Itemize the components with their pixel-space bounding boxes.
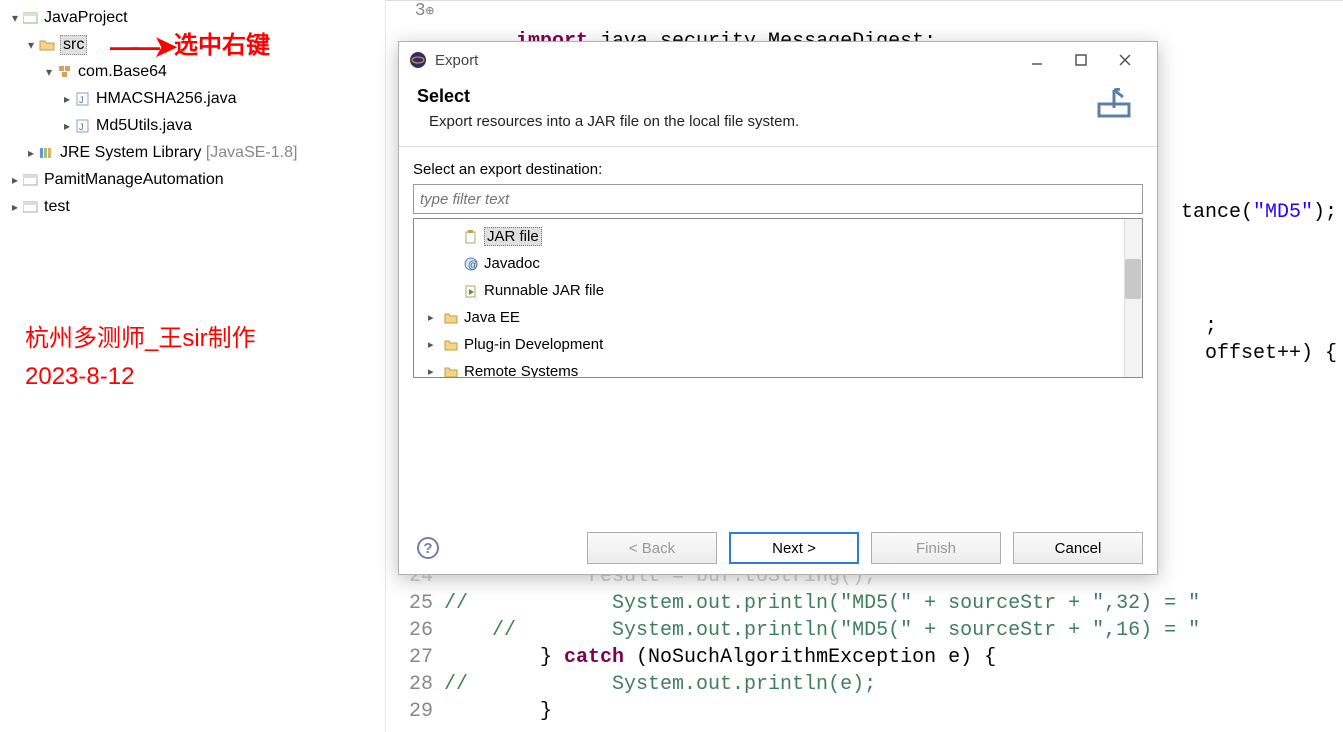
- titlebar[interactable]: Export: [399, 42, 1157, 78]
- code-line: // System.out.println(e);: [444, 671, 1200, 698]
- export-dialog: Export Select Export resources into a JA…: [398, 41, 1158, 575]
- expand-icon[interactable]: ▸: [24, 146, 38, 160]
- scrollbar-thumb[interactable]: [1125, 259, 1141, 299]
- tree-label: HMACSHA256.java: [96, 90, 237, 108]
- code-partial: tance("MD5");: [1181, 199, 1337, 226]
- library-icon: [38, 145, 56, 161]
- code-partial: ;: [1205, 313, 1217, 340]
- dialog-body: Select an export destination: JAR file @…: [399, 147, 1157, 382]
- option-runnable-jar[interactable]: Runnable JAR file: [414, 277, 1142, 304]
- expand-icon[interactable]: ▾: [42, 65, 56, 79]
- banner-title: Select: [417, 86, 1089, 107]
- svg-text:@: @: [468, 260, 478, 271]
- tree-label: Md5Utils.java: [96, 117, 192, 135]
- expand-icon[interactable]: ▸: [428, 311, 442, 324]
- java-file-icon: J: [74, 91, 92, 107]
- line-number: 3: [415, 1, 426, 21]
- option-label: Runnable JAR file: [484, 282, 604, 299]
- tree-project[interactable]: ▸ test: [0, 193, 385, 220]
- project-icon: [22, 199, 40, 215]
- tree-label: test: [44, 198, 70, 216]
- package-icon: [56, 64, 74, 80]
- maximize-button[interactable]: [1059, 45, 1103, 75]
- expand-icon[interactable]: ▾: [24, 38, 38, 52]
- minimize-button[interactable]: [1015, 45, 1059, 75]
- option-javadoc[interactable]: @ Javadoc: [414, 250, 1142, 277]
- tree-label: com.Base64: [78, 63, 167, 81]
- code-partial: offset++) {: [1193, 340, 1337, 367]
- option-java-ee[interactable]: ▸ Java EE: [414, 304, 1142, 331]
- tree-file[interactable]: ▸ J HMACSHA256.java: [0, 85, 385, 112]
- folder-icon: [442, 364, 460, 379]
- svg-text:J: J: [79, 122, 84, 132]
- watermark: 杭州多测师_王sir制作 2023-8-12: [25, 320, 256, 397]
- button-bar: ? < Back Next > Finish Cancel: [399, 532, 1157, 564]
- cancel-button[interactable]: Cancel: [1013, 532, 1143, 564]
- tree-label: JRE System Library [JavaSE-1.8]: [60, 144, 297, 162]
- expand-icon[interactable]: ▸: [428, 338, 442, 351]
- expand-icon[interactable]: ▾: [8, 11, 22, 25]
- export-icon: [1089, 88, 1139, 128]
- line-number: 26: [386, 617, 433, 644]
- option-label: Plug-in Development: [464, 336, 603, 353]
- finish-button[interactable]: Finish: [871, 532, 1001, 564]
- body-label: Select an export destination:: [413, 161, 1143, 178]
- next-button[interactable]: Next >: [729, 532, 859, 564]
- tree-package[interactable]: ▾ com.Base64: [0, 58, 385, 85]
- expand-icon[interactable]: ▸: [60, 92, 74, 106]
- option-label: Remote Systems: [464, 363, 578, 378]
- close-button[interactable]: [1103, 45, 1147, 75]
- option-jar-file[interactable]: JAR file: [414, 223, 1142, 250]
- annotation-arrow-icon: ——➤: [110, 30, 171, 63]
- annotation-text: 选中右键: [174, 25, 270, 60]
- code-line: // System.out.println("MD5(" + sourceStr…: [444, 590, 1200, 617]
- runnable-jar-icon: [462, 283, 480, 299]
- option-plugin-dev[interactable]: ▸ Plug-in Development: [414, 331, 1142, 358]
- javadoc-icon: @: [462, 256, 480, 272]
- scrollbar[interactable]: [1124, 219, 1142, 377]
- dialog-banner: Select Export resources into a JAR file …: [399, 78, 1157, 147]
- folder-icon: [442, 337, 460, 353]
- code-line: import java.security.MessageDigest;: [444, 1, 936, 28]
- source-folder-icon: [38, 37, 56, 53]
- expand-icon[interactable]: ▸: [428, 365, 442, 378]
- tree-label: JavaProject: [44, 9, 128, 27]
- option-remote-systems[interactable]: ▸ Remote Systems: [414, 358, 1142, 378]
- eclipse-icon: [409, 51, 427, 69]
- line-number: 27: [386, 644, 433, 671]
- tree-jre[interactable]: ▸ JRE System Library [JavaSE-1.8]: [0, 139, 385, 166]
- back-button[interactable]: < Back: [587, 532, 717, 564]
- help-button[interactable]: ?: [417, 537, 439, 559]
- export-tree: JAR file @ Javadoc Runnable JAR file ▸ J…: [413, 218, 1143, 378]
- option-label: Java EE: [464, 309, 520, 326]
- tree-label: src: [60, 35, 87, 55]
- dialog-title: Export: [435, 52, 1015, 69]
- tree-project[interactable]: ▸ PamitManageAutomation: [0, 166, 385, 193]
- tree-file[interactable]: ▸ J Md5Utils.java: [0, 112, 385, 139]
- expand-icon[interactable]: ▸: [8, 173, 22, 187]
- code-line: }: [444, 698, 1200, 725]
- folder-icon: [442, 310, 460, 326]
- project-icon: [22, 10, 40, 26]
- option-label: Javadoc: [484, 255, 540, 272]
- option-label: JAR file: [484, 227, 542, 246]
- jar-icon: [462, 229, 480, 245]
- filter-input[interactable]: [413, 184, 1143, 214]
- java-file-icon: J: [74, 118, 92, 134]
- line-number: 25: [386, 590, 433, 617]
- banner-subtitle: Export resources into a JAR file on the …: [417, 113, 1089, 130]
- code-line: // System.out.println("MD5(" + sourceStr…: [444, 617, 1200, 644]
- svg-text:J: J: [79, 95, 84, 105]
- package-explorer: ▾ JavaProject ▾ src ▾ com.Base64 ▸ J HMA…: [0, 0, 386, 732]
- tree-label: PamitManageAutomation: [44, 171, 224, 189]
- line-number: 29: [386, 698, 433, 725]
- project-icon: [22, 172, 40, 188]
- code-line: } catch (NoSuchAlgorithmException e) {: [444, 644, 1200, 671]
- line-number: 28: [386, 671, 433, 698]
- expand-icon[interactable]: ▸: [8, 200, 22, 214]
- expand-icon[interactable]: ▸: [60, 119, 74, 133]
